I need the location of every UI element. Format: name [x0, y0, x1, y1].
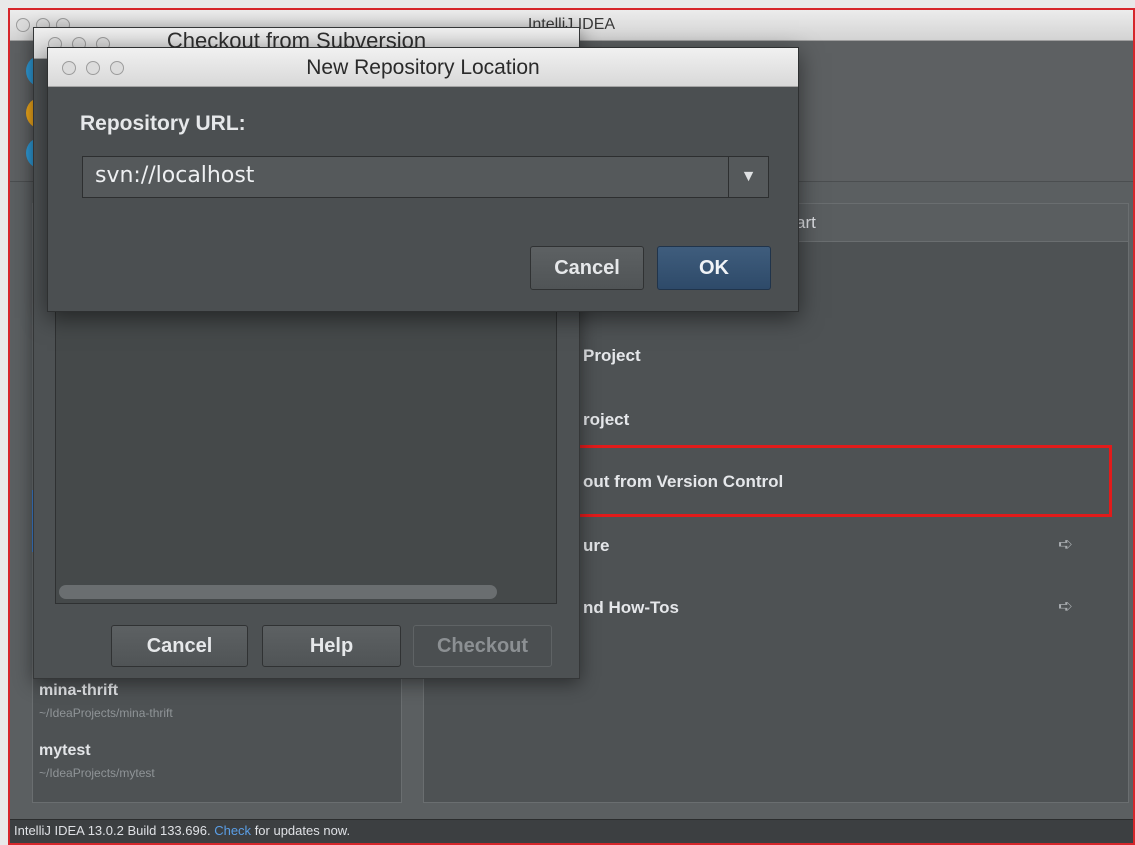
repo-titlebar: New Repository Location [48, 48, 798, 87]
close-window-button[interactable] [62, 61, 76, 75]
highlight-annotation [562, 445, 1112, 517]
help-button[interactable]: Help [262, 625, 401, 667]
status-bar: IntelliJ IDEA 13.0.2 Build 133.696. Chec… [10, 819, 1133, 843]
quick-start-configure[interactable]: ure [583, 536, 609, 556]
repo-dialog-title: New Repository Location [306, 56, 540, 79]
repository-list[interactable] [55, 298, 557, 604]
arrow-right-icon: ➪ [1058, 596, 1074, 616]
repository-url-combobox[interactable]: svn://localhost ▼ [82, 156, 769, 198]
cancel-button[interactable]: Cancel [111, 625, 248, 667]
arrow-right-icon: ➪ [1058, 534, 1074, 554]
status-suffix: for updates now. [254, 823, 351, 838]
quick-start-create-project[interactable]: Project [583, 346, 641, 366]
project-path: ~/IdeaProjects/mina-thrift [39, 706, 173, 720]
ok-button[interactable]: OK [657, 246, 771, 290]
status-text: IntelliJ IDEA 13.0.2 Build 133.696. [14, 823, 211, 838]
repo-cancel-button[interactable]: Cancel [530, 246, 644, 290]
minimize-window-button[interactable] [86, 61, 100, 75]
project-path: ~/IdeaProjects/mytest [39, 766, 155, 780]
check-updates-link[interactable]: Check [214, 823, 251, 838]
quick-start-open-project[interactable]: roject [583, 410, 629, 430]
new-repository-dialog: New Repository Location Repository URL: … [47, 47, 799, 312]
project-name: mina-thrift [39, 682, 119, 699]
chevron-down-icon[interactable]: ▼ [728, 157, 768, 197]
close-window-button[interactable] [16, 18, 30, 32]
zoom-window-button[interactable] [110, 61, 124, 75]
recent-project-item[interactable]: mytest ~/IdeaProjects/mytest [39, 742, 155, 780]
recent-project-item[interactable]: mina-thrift ~/IdeaProjects/mina-thrift [39, 682, 173, 720]
repository-url-label: Repository URL: [80, 112, 246, 135]
repository-url-input[interactable]: svn://localhost [95, 163, 254, 188]
horizontal-scrollbar[interactable] [59, 585, 497, 599]
quick-start-docs-howtos[interactable]: nd How-Tos [583, 598, 679, 618]
checkout-button[interactable]: Checkout [413, 625, 552, 667]
project-name: mytest [39, 742, 91, 759]
